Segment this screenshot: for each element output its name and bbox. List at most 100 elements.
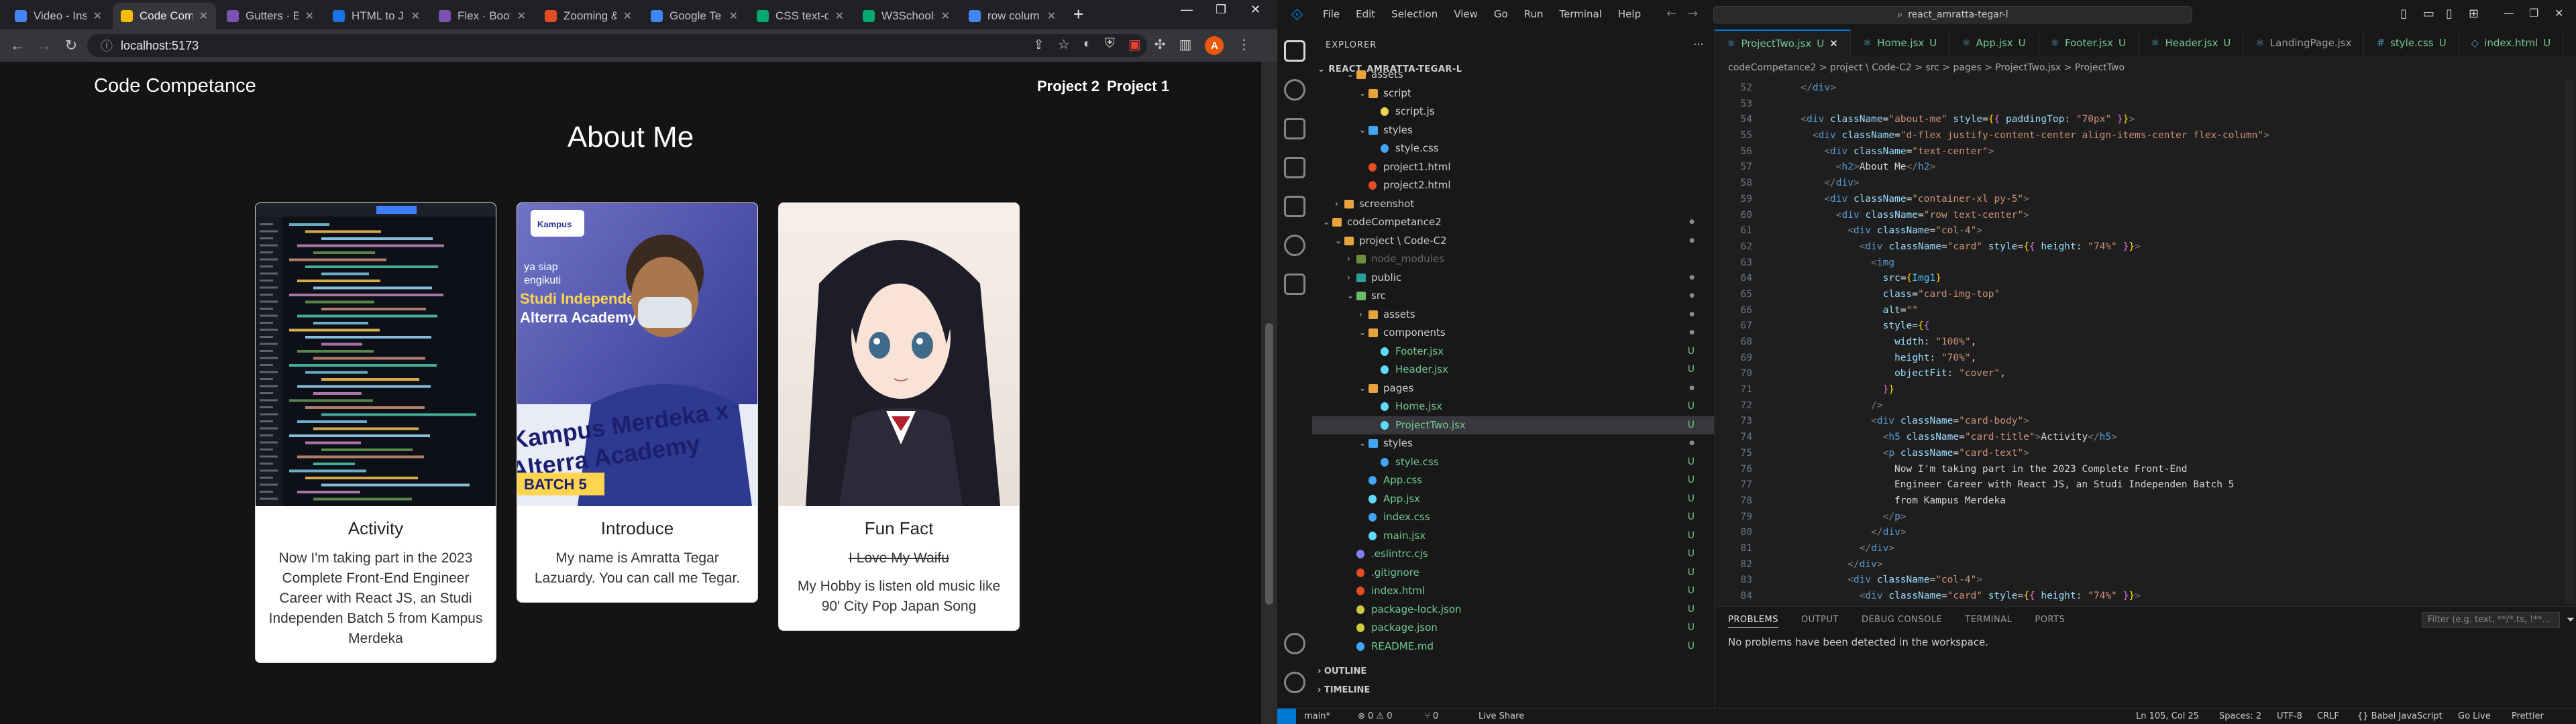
git-branch[interactable]: main* xyxy=(1304,711,1330,721)
code-line[interactable]: 79 </p> xyxy=(1715,509,2576,526)
browser-tab[interactable]: row colum ✕ xyxy=(961,3,1064,29)
panel-tab-problems[interactable]: PROBLEMS xyxy=(1728,615,1778,628)
code-line[interactable]: 54 <div className="about-me" style={{ pa… xyxy=(1715,112,2576,128)
tree-file[interactable]: App.jsx U xyxy=(1312,490,1714,509)
code-line[interactable]: 62 <div className="card" style={{ height… xyxy=(1715,239,2576,255)
tree-folder[interactable]: › public ● xyxy=(1312,269,1714,288)
tree-folder[interactable]: ⌄ pages ● xyxy=(1312,379,1714,398)
code-line[interactable]: 73 <div className="card-body"> xyxy=(1715,414,2576,430)
command-center[interactable]: ⌕ react_amratta-tegar-l xyxy=(1713,6,2192,23)
code-line[interactable]: 80 </div> xyxy=(1715,525,2576,541)
tree-file[interactable]: project2.html xyxy=(1312,176,1714,195)
extension-icon[interactable]: ▣ xyxy=(1128,36,1141,55)
menu-kebab-icon[interactable]: ⋮ xyxy=(1237,36,1250,55)
browser-tab[interactable]: CSS text-d ✕ xyxy=(749,3,852,29)
code-line[interactable]: 59 <div className="container-xl py-5"> xyxy=(1715,192,2576,208)
code-line[interactable]: 82 </div> xyxy=(1715,557,2576,573)
tree-file[interactable]: main.jsx U xyxy=(1312,527,1714,546)
outline-section[interactable]: › OUTLINE xyxy=(1318,666,1366,676)
code-line[interactable]: 64 src={Img1} xyxy=(1715,271,2576,287)
maximize-icon[interactable]: ❐ xyxy=(1216,3,1226,17)
close-tab-icon[interactable]: ✕ xyxy=(941,9,950,23)
forward-icon[interactable]: → xyxy=(31,37,58,54)
nav-project-2[interactable]: Project 2 xyxy=(1037,78,1099,95)
browser-tab[interactable]: Flex · Boots ✕ xyxy=(431,3,534,29)
browser-tab[interactable]: Video - Ins ✕ xyxy=(7,3,110,29)
tree-file[interactable]: package.json U xyxy=(1312,619,1714,638)
tree-file[interactable]: index.html U xyxy=(1312,582,1714,601)
browser-tab[interactable]: Zooming & ✕ xyxy=(537,3,640,29)
close-tab-icon[interactable]: ✕ xyxy=(199,9,208,23)
tree-folder[interactable]: ⌄ script xyxy=(1312,84,1714,103)
tree-file[interactable]: README.md U xyxy=(1312,638,1714,656)
code-line[interactable]: 68 width: "100%", xyxy=(1715,335,2576,351)
code-line[interactable]: 53 xyxy=(1715,97,2576,113)
remote-explorer-icon[interactable] xyxy=(1284,235,1305,256)
close-tab-icon[interactable]: ✕ xyxy=(835,9,844,23)
cursor-position[interactable]: Ln 105, Col 25 xyxy=(2136,711,2199,721)
close-tab-icon[interactable]: ✕ xyxy=(305,9,314,23)
minimize-icon[interactable]: — xyxy=(1181,3,1193,17)
menu-file[interactable]: File xyxy=(1323,8,1340,20)
editor-tab[interactable]: ⚛ LandingPage.jsx xyxy=(2243,29,2365,56)
close-tab-icon[interactable]: ✕ xyxy=(93,9,102,23)
code-line[interactable]: 75 <p className="card-text"> xyxy=(1715,446,2576,462)
code-line[interactable]: 77 Engineer Career with React JS, an Stu… xyxy=(1715,477,2576,493)
close-tab-icon[interactable]: ✕ xyxy=(411,9,420,23)
browser-tab[interactable]: W3Schools ✕ xyxy=(855,3,958,29)
editor-tab[interactable]: ⚛ ProjectTwo.jsx U ✕ xyxy=(1715,29,1851,56)
code-line[interactable]: 52 </div> xyxy=(1715,80,2576,97)
tree-file[interactable]: script.js xyxy=(1312,103,1714,121)
panel-tab-output[interactable]: OUTPUT xyxy=(1801,615,1839,628)
code-line[interactable]: 81 </div> xyxy=(1715,541,2576,557)
close-tab-icon[interactable]: ✕ xyxy=(1047,9,1056,23)
tree-folder[interactable]: ⌄ components ● xyxy=(1312,324,1714,343)
close-tab-icon[interactable]: ✕ xyxy=(623,9,632,23)
layout-panel-icon[interactable]: ▭ xyxy=(2423,7,2434,21)
code-line[interactable]: 76 Now I'm taking part in the 2023 Compl… xyxy=(1715,462,2576,478)
tree-folder[interactable]: ⌄ codeCompetance2 ● xyxy=(1312,213,1714,232)
tree-folder[interactable]: ⌄ assets xyxy=(1312,66,1714,84)
editor-tab[interactable]: ⚛ Home.jsx U xyxy=(1851,29,1950,56)
close-tab-icon[interactable]: ✕ xyxy=(729,9,738,23)
layout-secondary-icon[interactable]: ▯ xyxy=(2446,7,2453,21)
nav-forward-icon[interactable]: → xyxy=(1688,7,1698,21)
tree-folder[interactable]: › screenshot xyxy=(1312,195,1714,214)
tree-folder[interactable]: › assets ● xyxy=(1312,306,1714,324)
tree-file[interactable]: ProjectTwo.jsx U xyxy=(1312,416,1714,434)
tree-folder[interactable]: ⌄ styles ● xyxy=(1312,434,1714,453)
menu-help[interactable]: Help xyxy=(1618,8,1641,20)
tree-file[interactable]: Home.jsx U xyxy=(1312,398,1714,416)
page-scrollbar[interactable] xyxy=(1261,62,1277,724)
encoding[interactable]: UTF-8 xyxy=(2277,711,2302,721)
code-line[interactable]: 78 from Kampus Merdeka xyxy=(1715,493,2576,509)
editor-tab[interactable]: ⚛ App.jsx U xyxy=(1949,29,2039,56)
code-line[interactable]: 67 style={{ xyxy=(1715,318,2576,335)
language-mode[interactable]: {} Babel JavaScript xyxy=(2357,711,2443,721)
code-line[interactable]: 83 <div className="col-4"> xyxy=(1715,572,2576,589)
menu-edit[interactable]: Edit xyxy=(1356,8,1375,20)
shield-extension-icon[interactable]: ⛨ xyxy=(1105,36,1115,55)
code-line[interactable]: 60 <div className="row text-center"> xyxy=(1715,208,2576,224)
panel-tab-terminal[interactable]: TERMINAL xyxy=(1965,615,2012,628)
menu-run[interactable]: Run xyxy=(1524,8,1544,20)
tree-file[interactable]: App.css U xyxy=(1312,471,1714,490)
bookmark-star-icon[interactable]: ☆ xyxy=(1058,36,1070,55)
tree-folder[interactable]: ⌄ styles xyxy=(1312,121,1714,140)
problems-count[interactable]: ⊗ 0 ⚠ 0 xyxy=(1358,711,1393,721)
close-window-icon[interactable]: ✕ xyxy=(2555,7,2563,19)
maximize-icon[interactable]: ❐ xyxy=(2529,7,2538,19)
editor-tab[interactable]: ⚛ Footer.jsx U xyxy=(2039,29,2139,56)
close-tab-icon[interactable]: ✕ xyxy=(1829,38,1838,50)
tree-folder[interactable]: ⌄ src ● xyxy=(1312,287,1714,306)
go-live[interactable]: Go Live xyxy=(2458,711,2491,721)
explorer-icon[interactable] xyxy=(1284,40,1305,62)
tree-file[interactable]: package-lock.json U xyxy=(1312,601,1714,619)
profile-avatar[interactable]: A xyxy=(1205,36,1224,55)
share-icon[interactable]: ⇪ xyxy=(1033,36,1044,55)
tree-file[interactable]: .gitignore U xyxy=(1312,564,1714,583)
extensions-icon[interactable] xyxy=(1284,196,1305,217)
nav-back-icon[interactable]: ← xyxy=(1666,7,1676,21)
address-bar[interactable]: ⓘ localhost:5173 xyxy=(87,34,1147,57)
tree-folder[interactable]: ⌄ project \ Code-C2 ● xyxy=(1312,232,1714,251)
